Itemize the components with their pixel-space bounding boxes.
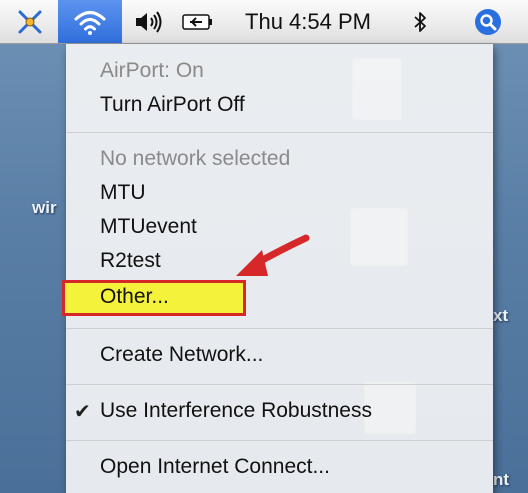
menu-bar-clock[interactable]: Thu 4:54 PM [226,0,390,43]
airport-icon[interactable] [58,0,122,43]
turn-airport-off-item[interactable]: Turn AirPort Off [66,88,493,122]
desktop-item-label: wir [32,198,57,217]
spotlight-icon[interactable] [448,0,528,43]
interference-robustness-item[interactable]: ✔ Use Interference Robustness [66,394,493,428]
battery-icon[interactable] [176,0,220,43]
desktop-item-label: xt [493,306,509,325]
network-item-mtuevent[interactable]: MTUevent [66,210,493,244]
network-item-mtu[interactable]: MTU [66,176,493,210]
screen: wir xt nt Thu 4:54 PM AirPort: On Turn A… [0,0,528,493]
menu-separator [66,384,493,385]
airport-status: AirPort: On [100,59,204,82]
menu-separator [66,440,493,441]
interference-robustness-label: Use Interference Robustness [100,399,372,422]
bluetooth-icon[interactable] [400,0,440,43]
volume-icon[interactable] [124,0,172,43]
menu-separator [66,328,493,329]
menu-separator [66,132,493,133]
create-network-item[interactable]: Create Network... [66,338,493,372]
open-internet-connect-item[interactable]: Open Internet Connect... [66,450,493,484]
network-status: No network selected [100,147,291,170]
checkmark-icon: ✔ [74,400,91,423]
menu-bar: Thu 4:54 PM [0,0,528,44]
script-menu-icon[interactable] [8,0,52,43]
network-item-r2test[interactable]: R2test [66,244,493,278]
desktop-item-label: nt [493,470,510,489]
other-network-item[interactable]: Other... [66,280,493,314]
